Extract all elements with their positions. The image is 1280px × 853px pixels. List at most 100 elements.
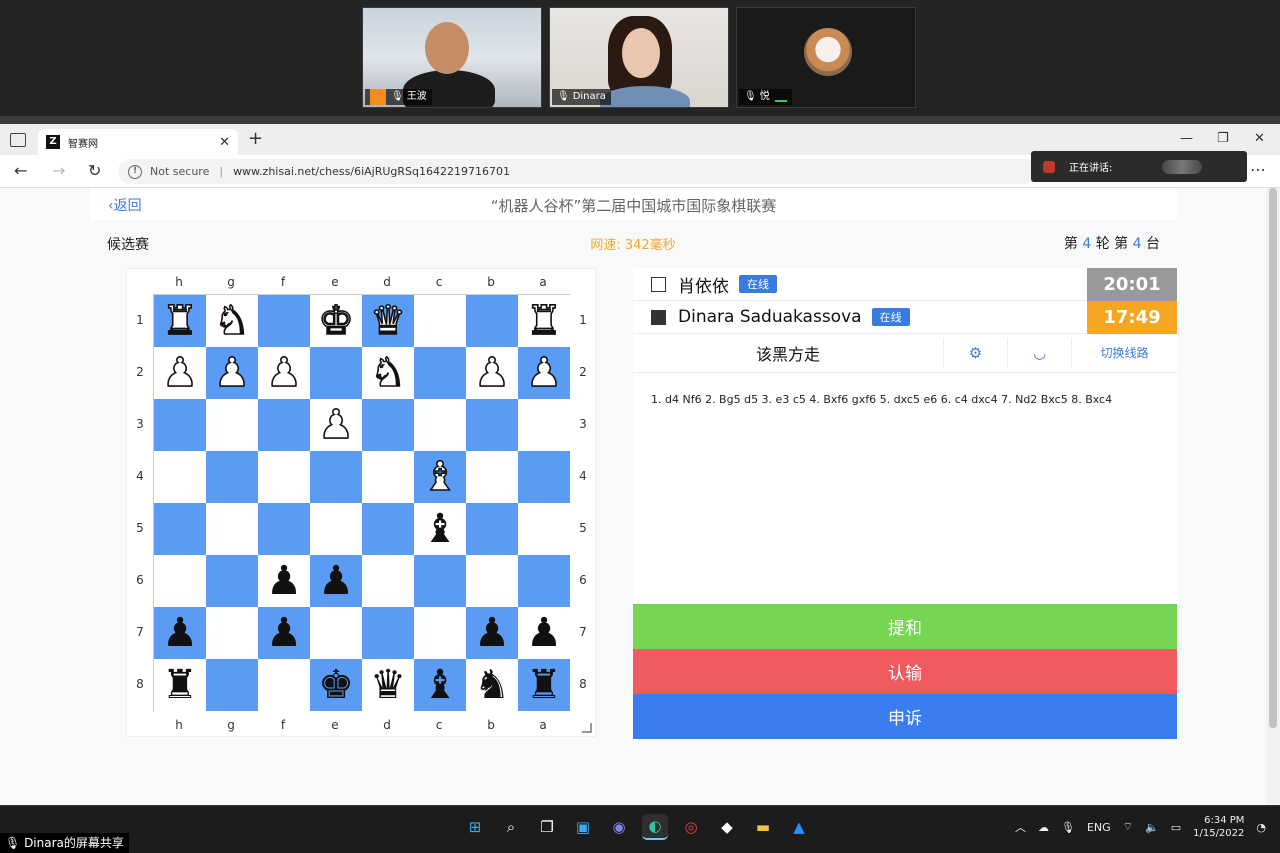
black-pawn-icon[interactable]: ♟ — [318, 561, 354, 601]
close-icon[interactable]: ✕ — [219, 135, 230, 150]
windows-start-icon[interactable]: ⊞ — [462, 814, 488, 840]
black-bishop-icon[interactable]: ♝ — [422, 509, 458, 549]
black-pawn-icon[interactable]: ♟ — [266, 561, 302, 601]
square-c1[interactable] — [414, 295, 466, 347]
white-pawn-icon[interactable]: ♟ — [161, 352, 198, 394]
square-b8[interactable]: ♞ — [466, 659, 518, 711]
white-pawn-icon[interactable]: ♟ — [525, 352, 562, 394]
video-tile-dinara[interactable]: 🎙 Dinara — [549, 7, 729, 108]
square-a2[interactable]: ♟ — [518, 347, 570, 399]
forward-arrow-icon[interactable]: → — [52, 161, 65, 180]
square-d7[interactable] — [362, 607, 414, 659]
square-b6[interactable] — [466, 555, 518, 607]
widgets-icon[interactable]: ▣ — [570, 814, 596, 840]
square-b4[interactable] — [466, 451, 518, 503]
settings-gear-icon[interactable]: ⚙ — [943, 338, 1007, 368]
white-rook-icon[interactable]: ♜ — [161, 300, 198, 342]
square-c4[interactable]: ♝ — [414, 451, 466, 503]
white-pawn-icon[interactable]: ♟ — [265, 352, 302, 394]
url-field[interactable]: ! Not secure | www.zhisai.net/chess/6iAj… — [118, 159, 1038, 184]
black-pawn-icon[interactable]: ♟ — [474, 613, 510, 653]
square-f6[interactable]: ♟ — [258, 555, 310, 607]
wifi-icon[interactable]: ⌔ — [1123, 820, 1133, 834]
appeal-button[interactable]: 申诉 — [633, 694, 1177, 739]
white-knight-icon[interactable]: ♞ — [213, 300, 250, 342]
scrollbar-thumb[interactable] — [1269, 188, 1277, 728]
square-g4[interactable] — [206, 451, 258, 503]
square-d8[interactable]: ♛ — [362, 659, 414, 711]
square-e5[interactable] — [310, 503, 362, 555]
black-knight-icon[interactable]: ♞ — [474, 665, 510, 705]
square-a3[interactable] — [518, 399, 570, 451]
square-c3[interactable] — [414, 399, 466, 451]
square-b5[interactable] — [466, 503, 518, 555]
microphone-icon[interactable]: 🎙 — [1061, 821, 1075, 834]
square-h2[interactable]: ♟ — [154, 347, 206, 399]
square-c8[interactable]: ♝ — [414, 659, 466, 711]
black-queen-icon[interactable]: ♛ — [370, 665, 406, 705]
resign-button[interactable]: 认输 — [633, 649, 1177, 694]
black-pawn-icon[interactable]: ♟ — [266, 613, 302, 653]
square-f7[interactable]: ♟ — [258, 607, 310, 659]
square-d2[interactable]: ♞ — [362, 347, 414, 399]
browser-tab[interactable]: Z 智赛网 ✕ — [38, 129, 238, 155]
square-a8[interactable]: ♜ — [518, 659, 570, 711]
chessboard[interactable]: ♜ ♞ ♚ ♛ ♜ ♟ ♟ ♟ ♞ ♟ ♟ ♟ ♝ ♝ ♟ ♟ ♟ ♟ ♟ ♟ ♜ ♚ ♛ ♝ ♞ ♜ — [153, 294, 570, 711]
square-f4[interactable] — [258, 451, 310, 503]
square-a4[interactable] — [518, 451, 570, 503]
square-d6[interactable] — [362, 555, 414, 607]
square-a7[interactable]: ♟ — [518, 607, 570, 659]
square-h5[interactable] — [154, 503, 206, 555]
square-c7[interactable] — [414, 607, 466, 659]
square-f5[interactable] — [258, 503, 310, 555]
square-g7[interactable] — [206, 607, 258, 659]
square-a5[interactable] — [518, 503, 570, 555]
square-c6[interactable] — [414, 555, 466, 607]
square-d3[interactable] — [362, 399, 414, 451]
square-a1[interactable]: ♜ — [518, 295, 570, 347]
edge-browser-icon[interactable]: ◐ — [642, 814, 668, 840]
white-rook-icon[interactable]: ♜ — [525, 300, 562, 342]
square-e1[interactable]: ♚ — [310, 295, 362, 347]
white-pawn-icon[interactable]: ♟ — [213, 352, 250, 394]
minimize-icon[interactable]: — — [1180, 131, 1193, 146]
white-pawn-icon[interactable]: ♟ — [473, 352, 510, 394]
black-pawn-icon[interactable]: ♟ — [162, 613, 198, 653]
chat-icon[interactable]: ◉ — [606, 814, 632, 840]
white-pawn-icon[interactable]: ♟ — [317, 404, 354, 446]
back-link[interactable]: ‹返回 — [108, 195, 142, 215]
square-h6[interactable] — [154, 555, 206, 607]
square-b7[interactable]: ♟ — [466, 607, 518, 659]
battery-icon[interactable]: ▭ — [1171, 821, 1181, 834]
tab-actions-icon[interactable] — [10, 133, 26, 147]
square-f1[interactable] — [258, 295, 310, 347]
resize-handle-icon[interactable] — [582, 723, 592, 733]
more-menu-icon[interactable]: ⋯ — [1250, 160, 1266, 179]
chrome-icon[interactable]: ◎ — [678, 814, 704, 840]
close-window-icon[interactable]: ✕ — [1254, 131, 1265, 146]
black-pawn-icon[interactable]: ♟ — [526, 613, 562, 653]
square-g2[interactable]: ♟ — [206, 347, 258, 399]
square-g5[interactable] — [206, 503, 258, 555]
black-king-icon[interactable]: ♚ — [318, 665, 354, 705]
chevron-up-icon[interactable]: ︿ — [1015, 819, 1026, 835]
square-e7[interactable] — [310, 607, 362, 659]
square-h7[interactable]: ♟ — [154, 607, 206, 659]
app-icon[interactable]: ◆ — [714, 814, 740, 840]
square-d5[interactable] — [362, 503, 414, 555]
square-h1[interactable]: ♜ — [154, 295, 206, 347]
switch-line-button[interactable]: 切换线路 — [1071, 338, 1177, 368]
square-f8[interactable] — [258, 659, 310, 711]
square-e8[interactable]: ♚ — [310, 659, 362, 711]
square-f2[interactable]: ♟ — [258, 347, 310, 399]
refresh-icon[interactable]: ↻ — [88, 161, 101, 180]
square-d1[interactable]: ♛ — [362, 295, 414, 347]
square-e2[interactable] — [310, 347, 362, 399]
square-e6[interactable]: ♟ — [310, 555, 362, 607]
square-h8[interactable]: ♜ — [154, 659, 206, 711]
square-a6[interactable] — [518, 555, 570, 607]
square-g6[interactable] — [206, 555, 258, 607]
square-b1[interactable] — [466, 295, 518, 347]
eye-closed-icon[interactable]: ◡ — [1007, 338, 1071, 368]
back-arrow-icon[interactable]: ← — [14, 161, 27, 180]
